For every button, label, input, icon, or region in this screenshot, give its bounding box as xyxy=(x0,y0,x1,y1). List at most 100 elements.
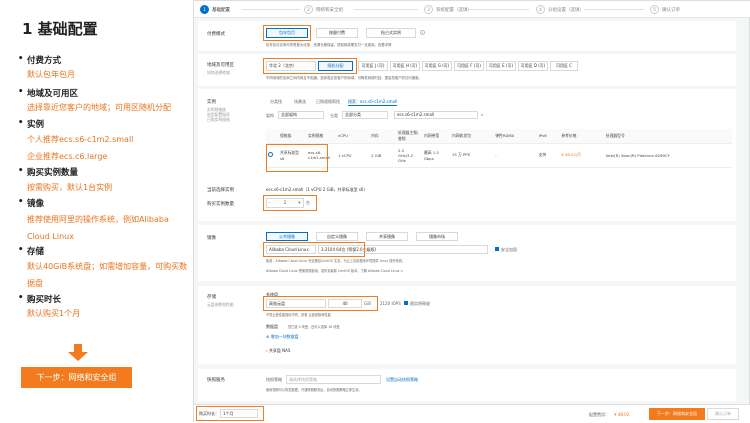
data-disk-hint: 您已选 0 块盘，还可以选择 16 块盘 xyxy=(288,325,340,329)
price-cell: ¥ 48.02/月 xyxy=(559,143,604,168)
table-row[interactable]: 共享标准型 s6 ecs.s6-c1m2.small 1 vCPU 2 GiB … xyxy=(266,143,732,168)
price-value: ¥ 48.02 xyxy=(614,412,630,417)
highlight-box xyxy=(263,242,365,257)
policy-link[interactable]: 设置自动快照策略 xyxy=(386,377,418,383)
col-header: IPv6 xyxy=(536,129,560,144)
zone-c[interactable]: 可用区 C xyxy=(550,61,578,71)
zone-f[interactable]: 可用区 F (可) xyxy=(454,61,484,71)
storage-label: 存储 xyxy=(207,295,216,300)
col-header: 实例规格 xyxy=(306,129,336,144)
zone-j[interactable]: 可用区 J (可) xyxy=(358,61,388,71)
col-header: 内存 xyxy=(369,129,396,144)
step-confirm[interactable]: 5 确认订单 xyxy=(650,5,680,14)
policy-select[interactable]: 请选择快照策略 xyxy=(286,375,381,384)
item-label: 购买实例数量 xyxy=(18,166,78,178)
zone-e[interactable]: 可用区 E (可) xyxy=(486,61,516,71)
item-label: 地域及可用区 xyxy=(18,87,78,99)
billing-option-spot[interactable]: 抢占式实例 xyxy=(366,28,416,38)
tab-purchased[interactable]: 已购规格帮找 xyxy=(316,99,340,105)
highlight-box xyxy=(266,144,328,172)
cell: 支持 xyxy=(536,143,560,168)
cell: Intel(R) Xeon(R) Platinum 8269CY xyxy=(603,143,732,168)
item-label: 实例 xyxy=(18,118,44,130)
zone-h[interactable]: 可用区 H (可) xyxy=(390,61,420,71)
col-header: vCPU xyxy=(336,129,370,144)
image-hint: Alibaba Cloud Linux 镜像按需使用，发布到最新 CentOS … xyxy=(266,269,404,273)
tab-scenario[interactable]: 场景选 xyxy=(294,99,306,105)
snapshot-label: 快照服务 xyxy=(207,378,225,383)
selected-value: ecs.s6-c1m2.small（1 vCPU 2 GiB，共享标准型 s6） xyxy=(266,187,368,192)
search-icon[interactable]: ⌕ xyxy=(481,112,483,117)
item-desc: 默认包年包月 xyxy=(27,70,75,79)
selected-label: 当前选择实例 xyxy=(207,188,234,193)
image-hint: 免费：Alibaba Cloud Linux 完全兼容CentOS 生态，为云上… xyxy=(266,259,406,263)
storage-card: 存储 云盘参数和性能 系统盘 高效云盘 40 GiB 2120 IOPS 随实例… xyxy=(198,286,736,364)
snapshot-card: 快照服务 快照策略 请选择快照策略 设置自动快照策略 使用快照可以恢复数据，开通… xyxy=(198,369,736,401)
policy-label: 快照策略 xyxy=(266,377,282,382)
next-step-button[interactable]: 下一步：网络和安全组 xyxy=(649,408,705,420)
item-desc: 个人推荐ecs.s6-c1m2.small 企业推荐ecs.c6.large xyxy=(27,135,134,161)
item-desc: 推荐使用阿里的操作系统，例如Alibaba Cloud Linux xyxy=(27,215,169,241)
tab-search[interactable]: 搜索：ecs.s6-c1m2.small xyxy=(348,99,398,106)
nas-toggle[interactable]: › 共享盘 NAS xyxy=(266,348,290,354)
step-network[interactable]: 2 网络和安全组 xyxy=(304,5,343,14)
billing-card: 付费模式 包年包月 按量付费 抢占式实例 ? 包年包月实例可享受更大优惠，资源长… xyxy=(198,21,736,51)
cell: - xyxy=(493,143,537,168)
highlight-box xyxy=(196,406,264,421)
page-title: 1 基础配置 xyxy=(22,20,98,38)
cell: 2.5 GHz/3.2 GHz xyxy=(395,143,422,168)
zone-d[interactable]: 可用区 D (可) xyxy=(518,61,548,71)
image-tab-market[interactable]: 镜像市场 xyxy=(416,232,458,241)
region-label: 地域及可用区 xyxy=(207,63,234,68)
filter-arch-select[interactable]: 全部架构 xyxy=(278,111,324,119)
price-label: 配置费用： xyxy=(589,412,609,417)
item-desc: 按需购买，默认1台实例 xyxy=(27,183,113,192)
image-tab-public[interactable]: 公共镜像 xyxy=(266,232,308,241)
image-tab-shared[interactable]: 共享镜像 xyxy=(366,232,408,241)
cell: 1 vCPU xyxy=(336,143,370,168)
count-label: 购买实例数量 xyxy=(207,202,234,207)
col-header: 处理器型号 xyxy=(603,129,732,144)
release-checkbox[interactable]: 随实例释放 xyxy=(404,301,430,307)
item-label: 付费方式 xyxy=(18,54,61,66)
instance-table: 规格族 实例规格 vCPU 内存 处理器主频/睿频 内网带宽 内网收发包 弹性R… xyxy=(266,129,732,168)
item-label: 存储 xyxy=(18,245,44,257)
image-tab-custom[interactable]: 自定义镜像 xyxy=(316,232,358,241)
cell: 15 万 PPS xyxy=(449,143,494,168)
step-basic[interactable]: 1 基础配置 xyxy=(200,5,230,14)
instance-search-input[interactable]: ecs.s6-c1m2.small xyxy=(394,111,478,119)
filter-cat-label: 分类 xyxy=(330,113,338,118)
tab-category[interactable]: 分类找 xyxy=(270,99,282,105)
step-group[interactable]: 4 分组设置（选填） xyxy=(536,5,584,14)
cell: 最高 1.5 Gbps xyxy=(421,143,450,168)
col-header: 弹性RDMA xyxy=(493,129,537,144)
highlight-box xyxy=(263,195,317,211)
add-data-disk-button[interactable]: ⊕ 增加一块数据盘 xyxy=(266,334,299,340)
confirm-order-button[interactable]: 确认订单 xyxy=(707,408,739,420)
step-system[interactable]: 3 系统配置（选填） xyxy=(424,5,472,14)
console-screenshot: 1 基础配置 2 网络和安全组 3 系统配置（选填） 4 分组设置（选填） 5 确认订单 … xyxy=(193,0,750,423)
instance-card: 实例 实例规格族 选型配置指导 已购实例规格 分类找 场景选 已购规格帮找 搜索… xyxy=(198,89,736,221)
item-desc: 默认购买1个月 xyxy=(27,309,81,318)
region-sub: 如何选择地域 xyxy=(207,70,230,75)
item-desc: 默认40GiB系统盘；如需增加容量，可购买数据盘 xyxy=(27,262,188,288)
region-hint: 不同地域的实例之间内网互不相通；选择靠近您客户的地域，可降低网络时延、提高您客户… xyxy=(266,76,422,80)
image-card: 镜像 公共镜像 自定义镜像 共享镜像 镜像市场 Alibaba Cloud Li… xyxy=(198,225,736,281)
image-label: 镜像 xyxy=(207,236,216,241)
col-header: 内网收发包 xyxy=(449,129,494,144)
billing-option-payg[interactable]: 按量付费 xyxy=(316,28,358,38)
col-header: 参考价格 xyxy=(559,129,604,144)
highlight-box xyxy=(263,58,357,74)
region-card: 地域及可用区 如何选择地域 华北 2（北京） 随机分配 可用区 J (可) 可用… xyxy=(198,54,736,86)
col-header: 处理器主频/睿频 xyxy=(395,129,422,144)
item-desc: 选择靠近您客户的地域；可用区随机分配 xyxy=(27,103,171,112)
highlight-box xyxy=(263,25,311,41)
next-step-callout: 下一步：网络和安全组 xyxy=(21,367,132,388)
security-checkbox[interactable]: 安全加固 xyxy=(495,247,517,253)
disk-iops: 2120 IOPS xyxy=(380,301,401,306)
item-label: 购买时长 xyxy=(18,293,61,305)
left-panel: 1 基础配置 付费方式 默认包年包月 地域及可用区 选择靠近您客户的地域；可用区… xyxy=(0,0,190,422)
zone-g[interactable]: 可用区 G (可) xyxy=(422,61,452,71)
filter-cat-select[interactable]: 全部分类 xyxy=(342,111,388,119)
help-icon[interactable]: ? xyxy=(420,30,425,35)
